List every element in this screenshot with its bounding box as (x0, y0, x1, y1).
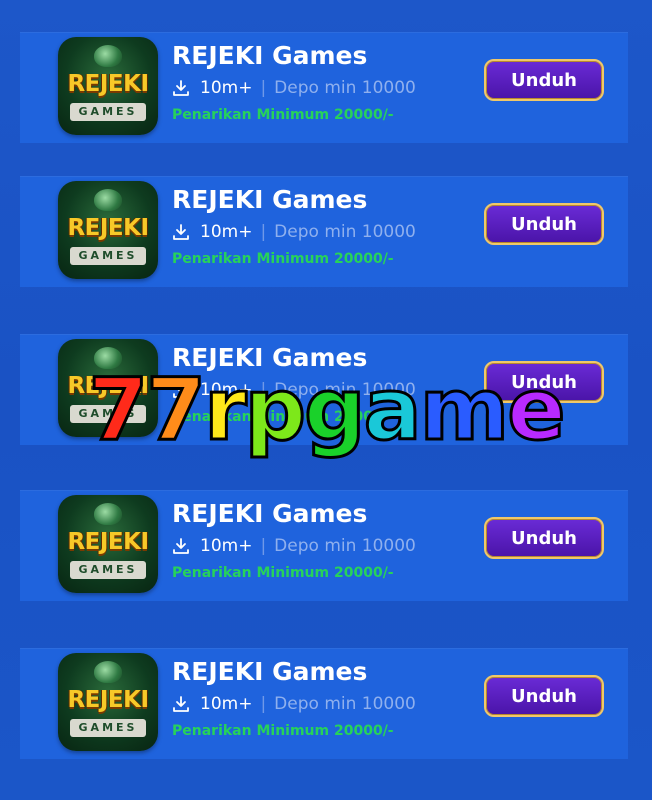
app-name: REJEKI Games (172, 343, 368, 372)
app-name: REJEKI Games (172, 41, 368, 70)
meta-separator: | (260, 536, 267, 556)
download-count: 10m+ (200, 78, 253, 98)
app-meta: 10m+ | Depo min 10000 (172, 693, 416, 715)
download-button[interactable]: Unduh (484, 517, 604, 559)
app-card: REJEKI GAMES REJEKI Games 10m+ | Depo mi… (20, 490, 628, 601)
app-icon-logo-top: REJEKI (67, 373, 149, 399)
app-icon-logo-bottom: GAMES (70, 561, 146, 579)
app-meta: 10m+ | Depo min 10000 (172, 77, 416, 99)
meta-separator: | (260, 78, 267, 98)
app-icon[interactable]: REJEKI GAMES (58, 339, 158, 437)
download-icon (172, 79, 190, 97)
meta-separator: | (260, 694, 267, 714)
withdraw-min: Penarikan Minimum 20000/- (172, 251, 394, 267)
deposit-min: Depo min 10000 (274, 78, 416, 98)
download-button[interactable]: Unduh (484, 361, 604, 403)
app-meta: 10m+ | Depo min 10000 (172, 379, 416, 401)
withdraw-min: Penarikan Minimum 20000/- (172, 565, 394, 581)
app-name: REJEKI Games (172, 185, 368, 214)
app-icon-logo-top: REJEKI (67, 71, 149, 97)
deposit-min: Depo min 10000 (274, 222, 416, 242)
app-icon-logo-top: REJEKI (67, 529, 149, 555)
download-button[interactable]: Unduh (484, 59, 604, 101)
app-icon-logo-bottom: GAMES (70, 247, 146, 265)
app-icon-logo-top: REJEKI (67, 215, 149, 241)
meta-separator: | (260, 380, 267, 400)
app-icon[interactable]: REJEKI GAMES (58, 37, 158, 135)
emerald-icon (94, 189, 122, 211)
download-button[interactable]: Unduh (484, 675, 604, 717)
download-count: 10m+ (200, 694, 253, 714)
withdraw-min: Penarikan Minimum 20000/- (172, 107, 394, 123)
app-icon-logo-bottom: GAMES (70, 719, 146, 737)
app-icon[interactable]: REJEKI GAMES (58, 653, 158, 751)
download-icon (172, 223, 190, 241)
download-count: 10m+ (200, 536, 253, 556)
meta-separator: | (260, 222, 267, 242)
app-icon-logo-bottom: GAMES (70, 103, 146, 121)
download-icon (172, 695, 190, 713)
emerald-icon (94, 661, 122, 683)
app-name: REJEKI Games (172, 657, 368, 686)
app-icon[interactable]: REJEKI GAMES (58, 495, 158, 593)
download-count: 10m+ (200, 222, 253, 242)
app-icon-logo-bottom: GAMES (70, 405, 146, 423)
deposit-min: Depo min 10000 (274, 380, 416, 400)
withdraw-min: Penarikan Minimum 20000/- (172, 723, 394, 739)
app-card: REJEKI GAMES REJEKI Games 10m+ | Depo mi… (20, 32, 628, 143)
download-icon (172, 381, 190, 399)
app-icon[interactable]: REJEKI GAMES (58, 181, 158, 279)
app-card: REJEKI GAMES REJEKI Games 10m+ | Depo mi… (20, 176, 628, 287)
download-button[interactable]: Unduh (484, 203, 604, 245)
deposit-min: Depo min 10000 (274, 536, 416, 556)
deposit-min: Depo min 10000 (274, 694, 416, 714)
download-count: 10m+ (200, 380, 253, 400)
app-card: REJEKI GAMES REJEKI Games 10m+ | Depo mi… (20, 334, 628, 445)
app-meta: 10m+ | Depo min 10000 (172, 221, 416, 243)
emerald-icon (94, 347, 122, 369)
app-card: REJEKI GAMES REJEKI Games 10m+ | Depo mi… (20, 648, 628, 759)
emerald-icon (94, 503, 122, 525)
withdraw-min: Penarikan Minimum 20000/- (172, 409, 394, 425)
download-icon (172, 537, 190, 555)
emerald-icon (94, 45, 122, 67)
app-icon-logo-top: REJEKI (67, 687, 149, 713)
app-name: REJEKI Games (172, 499, 368, 528)
app-meta: 10m+ | Depo min 10000 (172, 535, 416, 557)
